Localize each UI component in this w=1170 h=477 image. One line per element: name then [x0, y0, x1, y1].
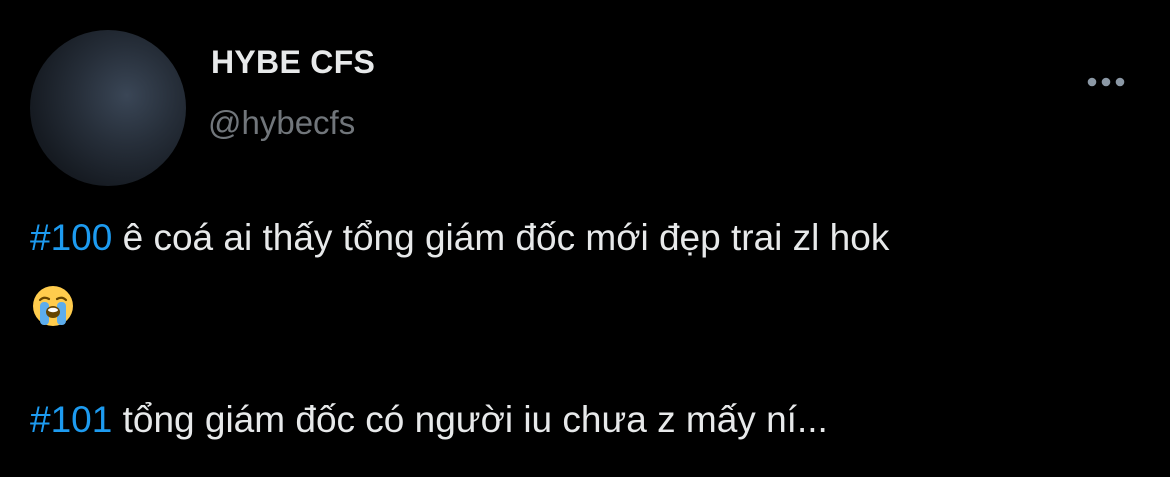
avatar[interactable] — [30, 30, 186, 186]
author-handle[interactable]: @hybecfs — [208, 104, 355, 142]
hashtag-101[interactable]: #101 — [30, 399, 112, 440]
author-name[interactable]: HYBE CFS — [211, 44, 375, 81]
tweet-text-1: ê coá ai thấy tổng giám đốc mới đẹp trai… — [112, 217, 890, 258]
tweet-text-2: tổng giám đốc có người iu chưa z mấy ní.… — [112, 399, 828, 440]
tweet-card: HYBE CFS @hybecfs #100 ê coá ai thấy tổn… — [0, 0, 1170, 477]
hashtag-100[interactable]: #100 — [30, 217, 112, 258]
tweet-text-line-2: #101 tổng giám đốc có người iu chưa z mấ… — [30, 401, 828, 438]
loudly-crying-face-icon — [33, 286, 73, 326]
more-options-button[interactable] — [1084, 64, 1128, 100]
more-horizontal-icon — [1087, 77, 1125, 87]
tweet-text-line-1: #100 ê coá ai thấy tổng giám đốc mới đẹp… — [30, 219, 889, 256]
